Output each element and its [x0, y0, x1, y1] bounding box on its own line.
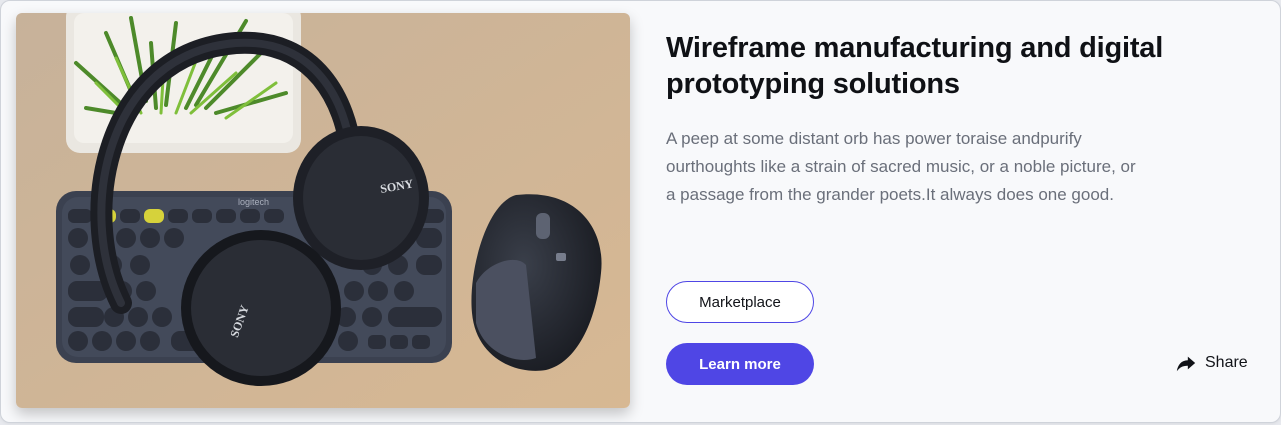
share-icon [1175, 352, 1197, 374]
card-title: Wireframe manufacturing and digital prot… [666, 32, 1164, 100]
product-card: logitech SONY SONY Wireframe manufacturi… [0, 0, 1281, 423]
share-button[interactable]: Share [1175, 351, 1248, 375]
product-photo: logitech SONY SONY [16, 13, 630, 408]
card-description: A peep at some distant orb has power tor… [666, 129, 1136, 204]
svg-text:logitech: logitech [238, 197, 269, 207]
share-label: Share [1205, 354, 1248, 371]
learn-more-button[interactable]: Learn more [666, 343, 814, 385]
product-image: logitech SONY SONY [16, 13, 630, 408]
marketplace-button[interactable]: Marketplace [666, 281, 814, 323]
